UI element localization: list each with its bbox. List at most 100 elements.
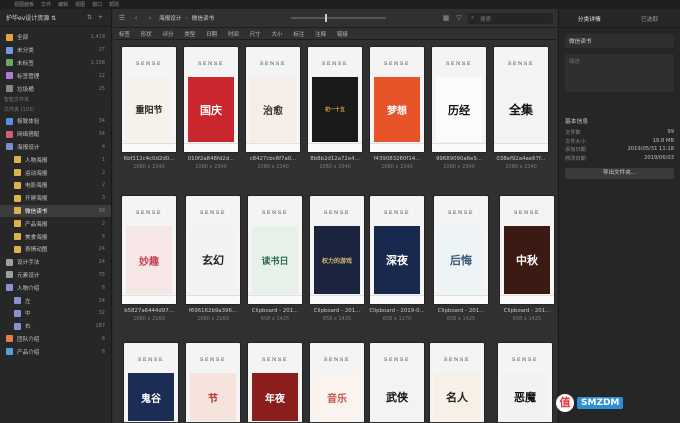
folder-item[interactable]: 微信读书 99 [0,204,111,218]
folder-label: 微信读书 [25,208,48,215]
thumbnail-card[interactable]: SENSE 国庆 [183,46,239,153]
thumbnail-card[interactable]: SENSE 历经 [431,46,487,153]
folder-item[interactable]: 左 24 [0,294,111,307]
tab-folder-details[interactable]: 分类详情 [559,14,620,23]
search-input[interactable]: ⌕ 搜索 [468,13,553,24]
folder-item[interactable]: 海报设计 4 [0,141,111,154]
thumbnail-card[interactable]: SENSE 重阳节 [121,46,177,153]
info-list: 文件数 99 文件大小 16.8 MB 添加日期 2019/05/31 11:18 修改日期… [559,129,680,163]
sidebar-item[interactable]: 垃圾桶 25 [0,82,111,95]
folder-item[interactable]: 产品海报 2 [0,217,111,230]
folder-item[interactable]: 产品介绍 6 [0,345,111,358]
filter-dropdown[interactable]: 大小 [272,30,283,38]
back-icon[interactable]: ‹ [131,13,141,23]
filter-dropdown[interactable]: 时间 [228,30,239,38]
poster-brand-text: SENSE [323,357,351,363]
filter-dropdown[interactable]: 类型 [184,30,195,38]
forward-icon[interactable]: › [145,13,155,23]
thumbnail-card[interactable]: SENSE 妙趣 [121,195,177,305]
smart-folder-heading[interactable]: 智能文件夹 [0,95,111,105]
sidebar-item[interactable]: 未分类 27 [0,44,111,57]
filter-dropdown[interactable]: 尺寸 [250,30,261,38]
layout-icon[interactable]: ▦ [441,13,451,23]
folder-item[interactable]: 团队介绍 6 [0,333,111,346]
thumbnail-card[interactable]: SENSE 后悔 [433,195,489,305]
folder-icon [6,143,13,151]
folder-item[interactable]: 右 187 [0,320,111,333]
thumbnail-card[interactable]: SENSE 梦想 [369,46,425,153]
folder-item[interactable]: 开屏海报 3 [0,192,111,205]
menu-item[interactable]: 视图 [75,1,85,8]
thumbnail-card[interactable]: SENSE 名人 [429,342,485,422]
menu-item[interactable]: 编辑 [58,1,68,8]
menu-item[interactable]: 文件 [41,1,51,8]
thumbnail-dimensions: 1080 x 2340 [133,164,165,170]
menu-item[interactable]: 视图面板 [14,1,34,8]
sidebar-item-label: 未分类 [17,48,34,55]
filter-dropdown[interactable]: 评分 [163,30,174,38]
thumbnail-filename: 6bf112c4c0d2d0... [123,156,175,162]
filter-dropdown[interactable]: 日期 [206,30,217,38]
sidebar-item[interactable]: 标签管理 12 [0,69,111,82]
folder-item[interactable]: 元素设计 75 [0,269,111,282]
folder-item[interactable]: 运动海报 2 [0,166,111,179]
breadcrumb-parent[interactable]: 海报设计 [159,14,181,22]
info-row: 修改日期 2019/06/03 [565,155,674,164]
poster-brand-text: SENSE [197,61,225,67]
add-icon[interactable]: + [96,13,105,22]
description-field[interactable]: 描述 [565,54,674,92]
folder-item[interactable]: 设计手法 24 [0,256,111,269]
menu-item[interactable]: 帮助 [109,1,119,8]
folder-item[interactable]: 美食海报 5 [0,230,111,243]
folder-item[interactable]: 电影海报 2 [0,179,111,192]
tab-selected[interactable]: 已选取 [620,14,680,23]
filter-dropdown[interactable]: 形状 [141,30,152,38]
folder-item[interactable]: 中 32 [0,307,111,320]
sort-icon[interactable]: ⇅ [85,13,94,22]
menu-item[interactable]: 窗口 [92,1,102,8]
sidebar-item[interactable]: 未标签 1,158 [0,57,111,70]
thumbnail-filename: 8b8b2d12a72e4... [310,156,360,162]
thumbnail-card[interactable]: SENSE 音乐 [309,342,365,422]
folder-icon [6,130,13,138]
folder-name-field[interactable]: 微信读书 [565,34,674,48]
breadcrumb-current[interactable]: 微信读书 [192,14,214,22]
info-value: 99 [667,129,674,135]
filter-dropdown[interactable]: 标签 [119,30,130,38]
export-folder-button[interactable]: 导出文件夹... [565,168,674,179]
folder-item[interactable]: 表情动图 24 [0,243,111,256]
sidebar-toggle-icon[interactable]: ☰ [117,13,127,23]
thumbnail-card[interactable]: SENSE 恶魔 [497,342,553,422]
folder-item[interactable]: 网络搭配 34 [0,128,111,141]
poster-brand-text: SENSE [507,61,535,67]
filter-icon[interactable]: ▽ [454,13,464,23]
sidebar-item[interactable]: 全部 1,419 [0,31,111,44]
thumbnail-card[interactable]: SENSE 深夜 [369,195,425,305]
thumbnail-card[interactable]: SENSE 鬼谷 [123,342,179,422]
zoom-slider[interactable] [291,17,386,19]
sidebar-item-label: 全部 [17,35,29,42]
filter-dropdown[interactable]: 注释 [315,30,326,38]
folder-icon [14,220,21,228]
folder-icon [6,117,13,125]
folder-item[interactable]: 人物海报 1 [0,153,111,166]
thumbnail-filename: c8427cbc6f7a0... [249,156,297,162]
thumbnail-card[interactable]: SENSE 中秋 [499,195,555,305]
thumbnail-card[interactable]: SENSE 读书日 [247,195,303,305]
filter-dropdown[interactable]: 标注 [293,30,304,38]
zoom-slider-handle[interactable] [325,14,327,22]
thumbnail-card[interactable]: SENSE 权力的游戏 [309,195,365,305]
folder-item[interactable]: 极致体验 34 [0,115,111,128]
thumbnail-card[interactable]: SENSE 全集 [493,46,549,153]
filter-dropdown[interactable]: 链接 [337,30,348,38]
thumbnail-card[interactable]: SENSE 玄幻 [185,195,241,305]
thumbnail-card[interactable]: SENSE 节 [185,342,241,422]
library-switcher[interactable]: 护华ev设计资源 ⇅ ⇅ + [0,9,111,27]
thumbnail-card[interactable]: SENSE 武侠 [369,342,425,422]
thumbnail-card[interactable]: SENSE 年夜 [247,342,303,422]
thumbnail-card[interactable]: SENSE 初一十五 [307,46,363,153]
folder-heading[interactable]: 文件夹 (103) [0,105,111,115]
folder-count: 2 [101,169,105,176]
thumbnail-card[interactable]: SENSE 治愈 [245,46,301,153]
folder-item[interactable]: 人物介绍 6 [0,281,111,294]
